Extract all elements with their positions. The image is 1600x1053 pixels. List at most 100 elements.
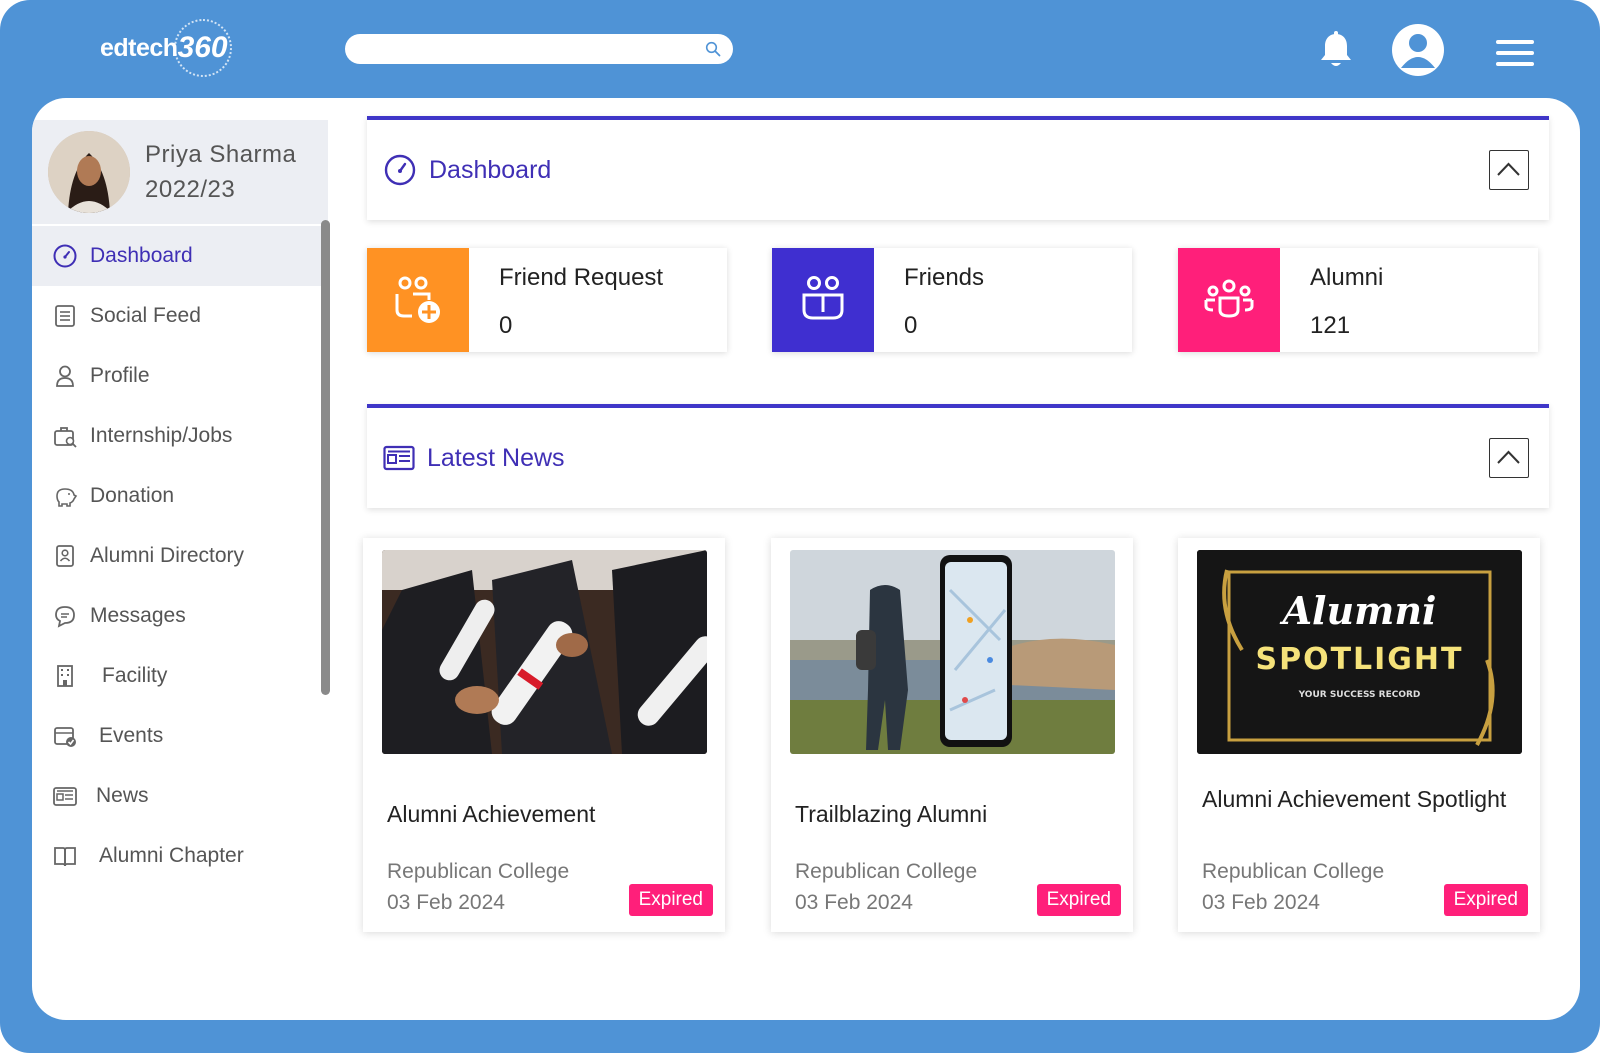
news-date: 03 Feb 2024 [795, 891, 913, 914]
dashboard-collapse-button[interactable] [1489, 150, 1529, 190]
news-date: 03 Feb 2024 [387, 891, 505, 914]
stat-icon-bg [772, 248, 874, 352]
dashboard-title: Dashboard [429, 155, 552, 184]
sidebar-menu: Dashboard Social Feed Profile Internship… [32, 226, 328, 886]
friends-icon [802, 276, 844, 320]
news-college: Republican College [795, 860, 978, 883]
sidebar-item-label: News [96, 784, 149, 807]
stat-icon-bg [1178, 248, 1280, 352]
spotlight-caption: YOUR SUCCESS RECORD [1298, 690, 1421, 700]
news-title: Alumni Achievement [387, 801, 596, 827]
user-year: 2022/23 [145, 176, 236, 203]
sidebar-item-social-feed[interactable]: Social Feed [32, 286, 328, 346]
dashboard-gauge-icon [384, 154, 416, 186]
sidebar-item-label: Alumni Directory [90, 544, 245, 567]
stat-card-friend-request[interactable]: Friend Request 0 [367, 248, 727, 352]
add-friend-icon [395, 276, 440, 323]
sidebar-item-label: Donation [90, 484, 175, 507]
stat-card-friends[interactable]: Friends 0 [772, 248, 1132, 352]
sidebar-item-dashboard[interactable]: Dashboard [32, 226, 328, 286]
building-icon [57, 665, 73, 687]
user-avatar-icon [1401, 34, 1435, 68]
spotlight-headline: SPOTLIGHT [1255, 642, 1464, 677]
sidebar-item-alumni-directory[interactable]: Alumni Directory [32, 526, 328, 586]
user-info: Priya Sharma 2022/23 [145, 137, 296, 207]
search-input[interactable] [345, 34, 685, 64]
stat-text: Alumni 121 [1280, 248, 1383, 352]
chevron-up-icon [1497, 450, 1520, 464]
search-bar [345, 34, 733, 64]
alumni-group-icon [1204, 279, 1254, 318]
newspaper-icon [53, 787, 77, 806]
chat-bubble-icon [55, 606, 75, 628]
stat-value: 121 [1310, 312, 1351, 339]
sidebar-item-label: Events [99, 724, 164, 747]
stat-icon-bg [367, 248, 469, 352]
menu-hamburger-icon[interactable] [1496, 40, 1534, 68]
sidebar-item-label: Alumni Chapter [99, 844, 244, 867]
hamburger-line [1496, 51, 1534, 55]
briefcase-search-icon [54, 427, 77, 448]
sidebar-item-messages[interactable]: Messages [32, 586, 328, 646]
sidebar-item-label: Messages [90, 604, 186, 627]
news-title: Trailblazing Alumni [795, 801, 988, 827]
user-icon [56, 365, 74, 387]
news-card[interactable]: Trailblazing Alumni Republican College 0… [771, 538, 1133, 932]
sidebar-item-label: Internship/Jobs [90, 424, 233, 447]
news-card[interactable]: Alumni SPOTLIGHT YOUR SUCCESS RECORD Alu… [1178, 538, 1540, 932]
sidebar-item-internship-jobs[interactable]: Internship/Jobs [32, 406, 328, 466]
sidebar-item-label: Profile [90, 364, 150, 387]
newspaper-icon [383, 445, 415, 471]
sidebar-item-facility[interactable]: Facility [32, 646, 328, 706]
sidebar-item-alumni-chapter[interactable]: Alumni Chapter [32, 826, 328, 886]
open-book-icon [54, 847, 76, 867]
hamburger-line [1496, 40, 1534, 44]
dashboard-gauge-icon [53, 244, 77, 268]
logo[interactable]: edtech 360 [100, 18, 250, 78]
spotlight-script-text: Alumni [1282, 588, 1437, 633]
dashboard-section-header: Dashboard [367, 116, 1549, 220]
sidebar: Priya Sharma 2022/23 Dashboard Social Fe… [32, 120, 332, 1000]
sidebar-item-profile[interactable]: Profile [32, 346, 328, 406]
contact-book-icon [56, 545, 74, 567]
status-badge: Expired [628, 884, 713, 916]
sidebar-item-label: Social Feed [90, 304, 201, 327]
sidebar-scrollbar[interactable] [321, 220, 330, 695]
status-badge: Expired [1443, 884, 1528, 916]
chevron-up-icon [1497, 162, 1520, 176]
stat-card-alumni[interactable]: Alumni 121 [1178, 248, 1538, 352]
sidebar-item-news[interactable]: News [32, 766, 328, 826]
news-image-graduation [382, 550, 707, 754]
stat-value: 0 [904, 312, 918, 339]
piggy-bank-icon [56, 488, 78, 507]
news-card[interactable]: Alumni Achievement Republican College 03… [363, 538, 725, 932]
document-list-icon [55, 305, 75, 327]
sidebar-item-donation[interactable]: Donation [32, 466, 328, 526]
stat-text: Friend Request 0 [469, 248, 663, 352]
latest-news-section-header: Latest News [367, 404, 1549, 508]
notification-bell-icon[interactable] [1318, 30, 1354, 70]
sidebar-item-events[interactable]: Events [32, 706, 328, 766]
user-photo [48, 131, 130, 213]
news-date: 03 Feb 2024 [1202, 891, 1320, 914]
stat-label: Friend Request [499, 264, 664, 291]
user-name: Priya Sharma [145, 141, 297, 168]
stat-label: Alumni [1310, 264, 1384, 291]
news-image-trailblazer [790, 550, 1115, 754]
news-college: Republican College [387, 860, 570, 883]
search-icon[interactable] [705, 41, 721, 57]
latest-news-collapse-button[interactable] [1489, 438, 1529, 478]
stat-value: 0 [499, 312, 513, 339]
status-badge: Expired [1036, 884, 1121, 916]
sidebar-item-label: Dashboard [90, 244, 193, 267]
news-title: Alumni Achievement Spotlight [1202, 786, 1507, 812]
profile-avatar-button[interactable] [1392, 24, 1444, 76]
latest-news-title: Latest News [427, 443, 565, 472]
user-card[interactable]: Priya Sharma 2022/23 [32, 120, 328, 224]
sidebar-item-label: Facility [102, 664, 168, 687]
calendar-check-icon [54, 727, 76, 747]
logo-number: 360 [172, 17, 234, 79]
stat-text: Friends 0 [874, 248, 984, 352]
hamburger-line [1496, 62, 1534, 66]
stat-label: Friends [904, 264, 985, 291]
